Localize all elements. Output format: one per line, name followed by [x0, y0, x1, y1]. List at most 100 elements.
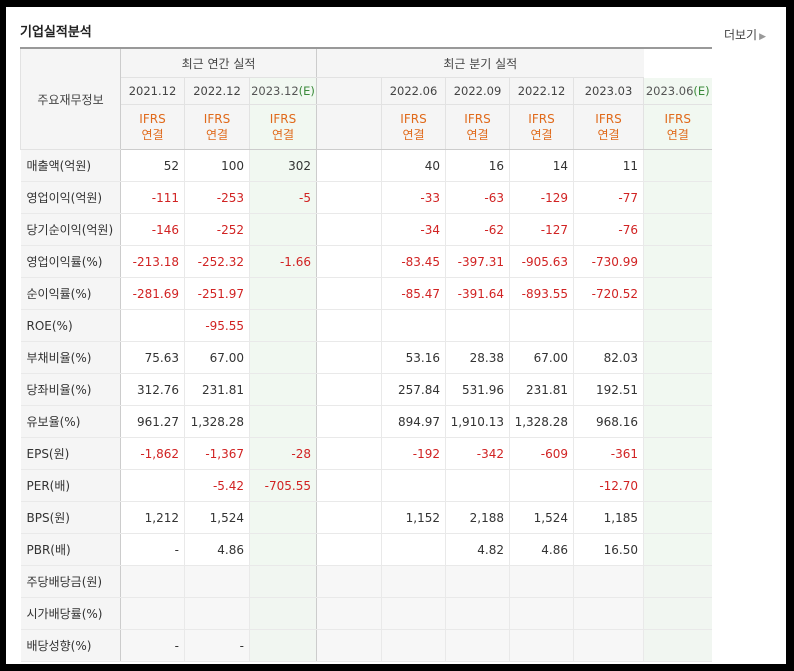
quarterly-value-cell [381, 597, 446, 630]
quarterly-value-cell [445, 629, 510, 662]
annual-value-cell: -705.55 [249, 469, 317, 502]
more-link[interactable]: 더보기 ▶ [724, 26, 766, 43]
quarterly-value-cell [643, 213, 712, 246]
annual-value-cell [120, 469, 185, 502]
quarterly-value-cell: 4.86 [509, 533, 574, 566]
quarterly-value-cell: 67.00 [509, 341, 574, 374]
consolidated-label: 연결 [402, 128, 425, 142]
ifrs-gap-cell [316, 104, 382, 150]
annual-value-cell [249, 533, 317, 566]
table-row: 부채비율(%) 75.63 67.00 53.16 28.38 67.00 82.03 [20, 341, 712, 374]
quarterly-value-cell: 2,188 [445, 501, 510, 534]
quarterly-value-cell: -893.55 [509, 277, 574, 310]
annual-value-cell: -5 [249, 181, 317, 214]
annual-value-cell: -1,367 [184, 437, 250, 470]
row-label: 유보율(%) [20, 405, 121, 438]
row-label: 시가배당률(%) [20, 597, 121, 630]
quarterly-value-cell: -342 [445, 437, 510, 470]
annual-value-cell: 961.27 [120, 405, 185, 438]
quarterly-value-cell: -85.47 [381, 277, 446, 310]
quarterly-value-cell: 968.16 [573, 405, 644, 438]
table-row: 순이익률(%) -281.69 -251.97 -85.47 -391.64 -893.5… [20, 277, 712, 310]
table-row: 당좌비율(%) 312.76 231.81 257.84 531.96 231.81 192… [20, 373, 712, 406]
annual-value-cell [249, 405, 317, 438]
period-gap-cell [316, 77, 382, 105]
table-row: BPS(원) 1,212 1,524 1,152 2,188 1,524 1,185 [20, 501, 712, 534]
annual-value-cell [249, 565, 317, 598]
quarterly-value-cell: 53.16 [381, 341, 446, 374]
quarterly-value-cell: -62 [445, 213, 510, 246]
table-row: 시가배당률(%) [20, 597, 712, 630]
annual-value-cell: -95.55 [184, 309, 250, 342]
quarterly-value-cell [381, 309, 446, 342]
annual-value-cell [120, 309, 185, 342]
period-label: 2023.06 [645, 83, 694, 98]
annual-value-cell: -146 [120, 213, 185, 246]
quarterly-value-cell [643, 597, 712, 630]
quarterly-value-cell [445, 565, 510, 598]
quarterly-value-cell: -192 [381, 437, 446, 470]
gap-cell [316, 501, 382, 534]
quarterly-value-cell [643, 629, 712, 662]
annual-value-cell: 1,212 [120, 501, 185, 534]
quarterly-value-cell: 4.82 [445, 533, 510, 566]
consolidated-label: 연결 [271, 128, 295, 142]
annual-value-cell: -213.18 [120, 245, 185, 278]
quarterly-value-cell [573, 565, 644, 598]
table-row: PBR(배) -4.86 4.82 4.86 16.50 [20, 533, 712, 566]
annual-value-cell [184, 565, 250, 598]
quarterly-value-cell [509, 469, 574, 502]
annual-value-cell [249, 501, 317, 534]
annual-period-header: 2022.12 [184, 77, 250, 105]
quarterly-value-cell: -127 [509, 213, 574, 246]
ifrs-label: IFRS [139, 112, 166, 126]
row-label: 배당성향(%) [20, 629, 121, 662]
quarterly-value-cell: -33 [381, 181, 446, 214]
quarterly-value-cell: 531.96 [445, 373, 510, 406]
annual-value-cell: -253 [184, 181, 250, 214]
annual-value-cell: -252 [184, 213, 250, 246]
quarterly-value-cell: 192.51 [573, 373, 644, 406]
gap-cell [316, 469, 382, 502]
annual-value-cell: -5.42 [184, 469, 250, 502]
annual-value-cell: 67.00 [184, 341, 250, 374]
quarterly-value-cell: -77 [573, 181, 644, 214]
quarterly-value-cell: 40 [381, 149, 446, 182]
annual-value-cell [249, 309, 317, 342]
quarterly-value-cell: 231.81 [509, 373, 574, 406]
quarterly-value-cell: -391.64 [445, 277, 510, 310]
annual-value-cell: 1,328.28 [184, 405, 250, 438]
quarterly-value-cell [573, 597, 644, 630]
consolidated-label: 연결 [597, 128, 620, 142]
quarterly-value-cell: -361 [573, 437, 644, 470]
annual-value-cell: 302 [249, 149, 317, 182]
quarterly-value-cell [381, 469, 446, 502]
annual-value-cell: -1,862 [120, 437, 185, 470]
quarterly-value-cell [643, 245, 712, 278]
consolidated-label: 연결 [666, 128, 689, 142]
quarterly-value-cell: 257.84 [381, 373, 446, 406]
period-label: 2022.09 [453, 84, 502, 98]
quarterly-period-header: 2023.06(E) [643, 77, 712, 105]
annual-value-cell: -1.66 [249, 245, 317, 278]
ifrs-consolidated-badge: IFRS 연결 [509, 104, 574, 150]
annual-value-cell: - [120, 533, 185, 566]
annual-value-cell: -252.32 [184, 245, 250, 278]
annual-value-cell [249, 597, 317, 630]
quarterly-period-header: 2022.12 [509, 77, 574, 105]
quarterly-value-cell: -34 [381, 213, 446, 246]
annual-value-cell: 100 [184, 149, 250, 182]
period-label: 2022.12 [193, 84, 241, 98]
annual-value-cell [249, 277, 317, 310]
more-label: 더보기 [723, 28, 758, 42]
table-row: 주당배당금(원) [20, 565, 712, 598]
row-label: 당좌비율(%) [20, 373, 121, 406]
quarterly-value-cell: 11 [573, 149, 644, 182]
financial-table: 주요재무정보 최근 연간 실적 최근 분기 실적 2021.12 2022.12 2… [20, 47, 712, 662]
gap-cell [316, 597, 382, 630]
annual-value-cell [249, 373, 317, 406]
annual-value-cell: 231.81 [184, 373, 250, 406]
quarterly-value-cell [381, 533, 446, 566]
row-label: 영업이익률(%) [20, 245, 121, 278]
period-label: 2022.12 [517, 84, 566, 98]
